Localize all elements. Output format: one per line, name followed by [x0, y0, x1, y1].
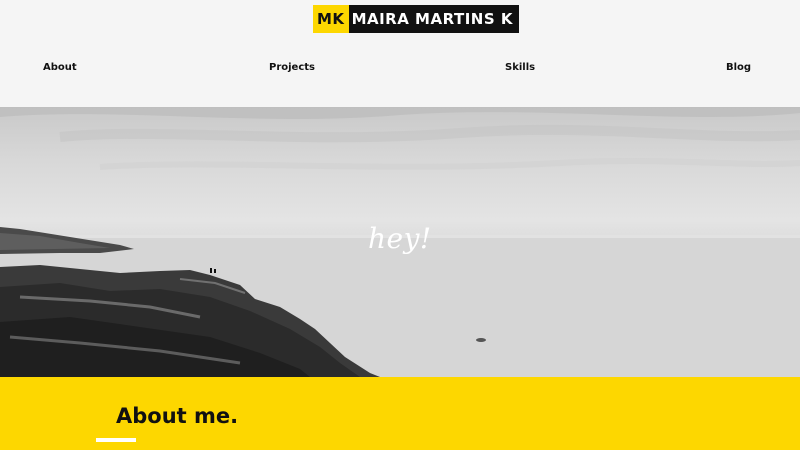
logo-initials: MK	[313, 5, 349, 33]
hero-greeting: hey!	[368, 222, 432, 255]
about-section: About me.	[0, 377, 800, 450]
nav-projects-link[interactable]: Projects	[269, 62, 315, 73]
logo-name: MAIRA MARTINS K	[348, 5, 519, 33]
site-logo[interactable]: MK MAIRA MARTINS K	[313, 5, 519, 33]
about-title: About me.	[116, 404, 239, 428]
nav-about-link[interactable]: About	[43, 62, 77, 73]
nav-skills-link[interactable]: Skills	[505, 62, 535, 73]
site-header: MK MAIRA MARTINS K About Projects Skills…	[0, 0, 800, 107]
about-title-underline	[96, 438, 136, 442]
nav-blog-link[interactable]: Blog	[726, 62, 751, 73]
hero-banner: hey!	[0, 107, 800, 377]
